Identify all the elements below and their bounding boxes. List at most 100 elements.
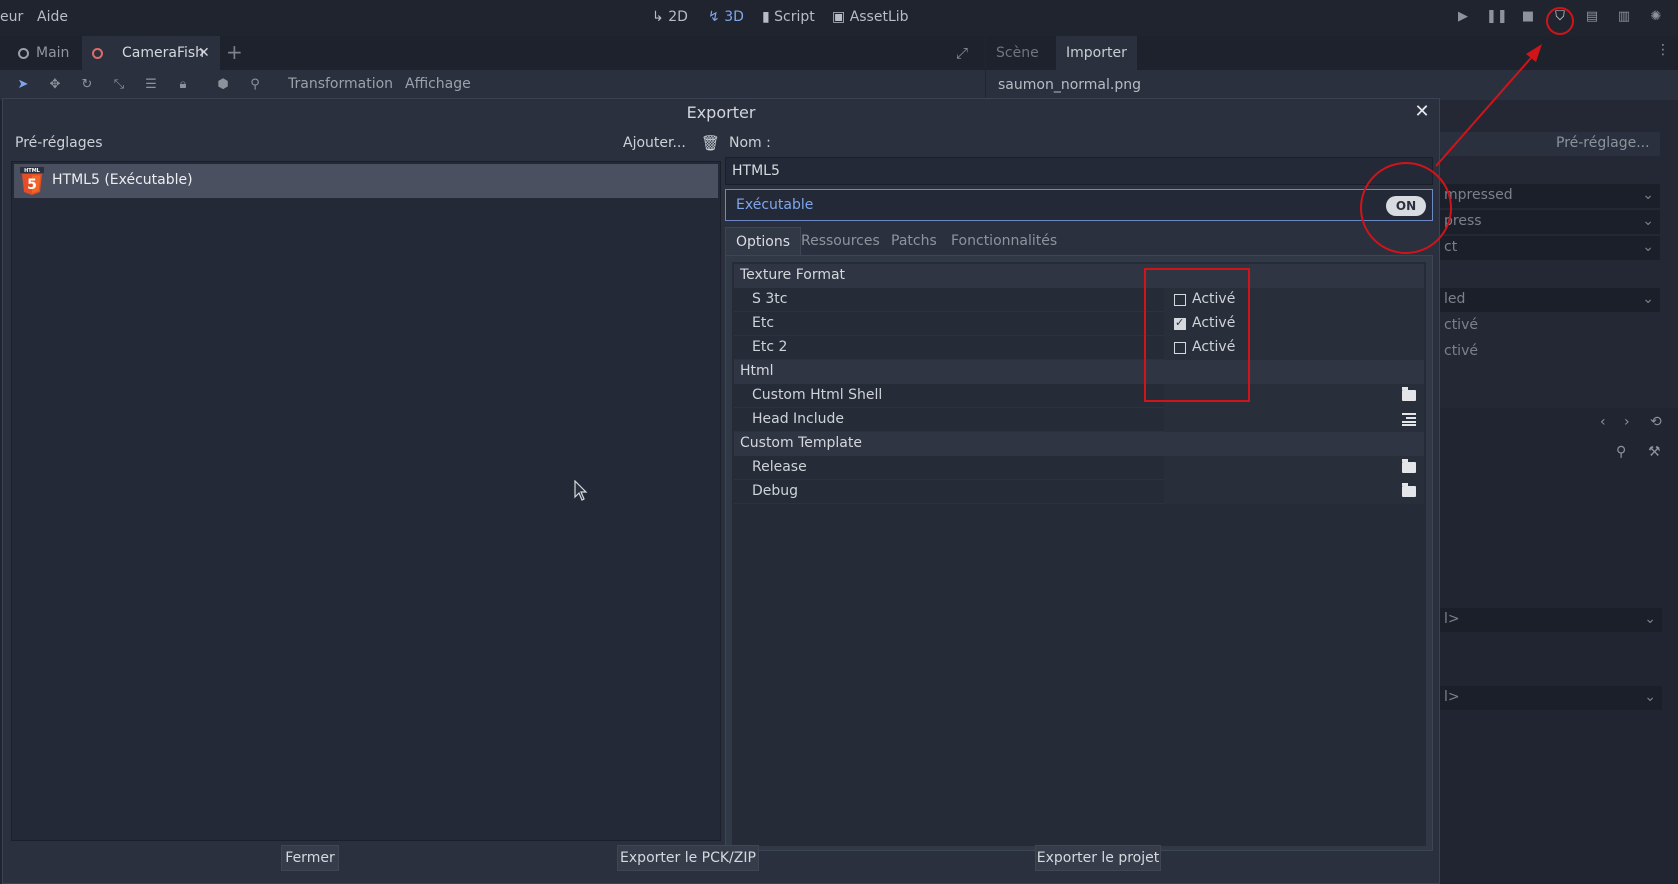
name-label: Nom : [729,135,771,151]
section-texture-format[interactable]: Texture Format [734,264,1424,288]
export-pck-button[interactable]: Exporter le PCK/ZIP [617,845,759,871]
chevron-down-icon: ⌄ [1642,213,1654,229]
history-icon[interactable]: ⟲ [1650,414,1662,430]
scene-tab-bar: Main CameraFish ✕ + ⤢ [0,36,985,70]
stop-icon[interactable]: ■ [1518,9,1538,27]
play-scene-icon[interactable]: ▤ [1582,9,1602,27]
preset-dropdown-label[interactable]: Pré-réglage... [1556,135,1650,151]
export-options-panel: Texture Format S 3tc Activé Etc Activé E… [725,255,1433,851]
list-select-icon[interactable]: ☰ [142,76,160,94]
tools-icon[interactable]: ⚒ [1648,444,1661,460]
pause-icon[interactable]: ❚❚ [1486,9,1508,27]
history-forward-icon[interactable]: › [1624,414,1630,430]
search-icon[interactable]: ⚲ [1616,444,1626,460]
right-dock-tabs: Scène Importer ⋮ [986,36,1678,70]
tab-camerafish[interactable]: CameraFish ✕ [82,36,220,70]
inspector-dock: ‹ › ⟲ ⚲ ⚒ l> ⌄ l> ⌄ [1440,408,1678,884]
prop-debug: Debug [734,480,1424,504]
preset-name-value: HTML5 [732,163,780,179]
tab-patches[interactable]: Patchs [881,227,947,255]
prop-custom-html-shell: Custom Html Shell [734,384,1424,408]
close-button[interactable]: Fermer [281,845,339,871]
multiline-edit-icon[interactable] [1402,413,1416,426]
history-back-icon[interactable]: ‹ [1600,414,1606,430]
group-icon[interactable]: ⬢ [214,76,232,94]
svg-text:HTML: HTML [24,168,41,174]
chevron-down-icon: ⌄ [1642,239,1654,255]
close-tab-icon[interactable]: ✕ [198,36,210,70]
viewport-toolbar: ➤ ✥ ↻ ⤡ ☰ 🔒︎ ⬢ ⚲ Transformation Affichag… [0,70,985,100]
editor-topbar: eur Aide ↳ 2D ↯ 3D ▮ Script ▣ AssetLib ▶… [0,0,1678,36]
chevron-down-icon: ⌄ [1642,187,1654,203]
export-option-tabs: Options Ressources Patchs Fonctionnalité… [725,227,1433,255]
folder-icon[interactable] [1402,483,1416,497]
import-file-name: saumon_normal.png [998,77,1141,93]
annotation-toggle-circle [1360,162,1452,254]
tab-import[interactable]: Importer [1056,36,1137,70]
workspace-3d[interactable]: ↯ 3D [708,9,744,25]
skeleton-icon[interactable]: ⚲ [246,76,264,94]
spinner-icon: ✺ [1650,9,1662,24]
import-option-row[interactable]: led ⌄ [1440,288,1660,312]
select-tool-icon[interactable]: ➤ [14,76,32,94]
runnable-row[interactable]: Exécutable ON [725,189,1433,221]
scene-icon [92,48,103,59]
tab-main[interactable]: Main [0,36,82,70]
import-option-text: ctivé [1444,317,1478,333]
import-file-bar: saumon_normal.png [986,70,1678,100]
chevron-down-icon: ⌄ [1642,291,1654,307]
delete-preset-icon[interactable]: 🗑︎ [701,134,720,152]
scale-tool-icon[interactable]: ⤡ [110,76,128,94]
preset-item-label: HTML5 (Exécutable) [52,172,193,188]
add-tab-icon[interactable]: + [226,40,243,64]
2d-icon: ↳ [652,9,664,25]
tab-scene[interactable]: Scène [986,36,1049,70]
prop-etc: Etc Activé [734,312,1424,336]
folder-icon[interactable] [1402,459,1416,473]
menu-transform[interactable]: Transformation [288,76,393,92]
workspace-script[interactable]: ▮ Script [762,9,815,25]
tab-resources[interactable]: Ressources [791,227,890,255]
import-option-text: ctivé [1444,343,1478,359]
chevron-down-icon: ⌄ [1644,689,1656,705]
add-preset-button[interactable]: Ajouter... [623,135,686,151]
3d-icon: ↯ [708,9,720,25]
preset-name-field[interactable]: HTML5 [725,157,1433,185]
lock-icon[interactable]: 🔒︎ [174,76,192,94]
export-options-inspector: Texture Format S 3tc Activé Etc Activé E… [732,262,1426,846]
import-option-row[interactable]: ct ⌄ [1440,236,1660,260]
annotation-html5-button-circle [1546,7,1574,35]
menu-view[interactable]: Affichage [405,76,471,92]
export-project-button[interactable]: Exporter le projet [1035,845,1161,871]
import-dock: Pré-réglage... mpressed ⌄ press ⌄ ct ⌄ led ⌄… [1440,100,1678,884]
workspace-assetlib[interactable]: ▣ AssetLib [832,9,909,25]
folder-icon[interactable] [1402,387,1416,401]
tab-options[interactable]: Options [725,227,802,255]
menu-editor[interactable]: eur [0,9,23,25]
scene-icon [18,48,29,59]
inspector-row[interactable]: l> ⌄ [1440,608,1662,632]
prop-s3tc: S 3tc Activé [734,288,1424,312]
section-html[interactable]: Html [734,360,1424,384]
dock-menu-icon[interactable]: ⋮ [1656,42,1670,58]
prop-head-include: Head Include [734,408,1424,432]
workspace-2d[interactable]: ↳ 2D [652,9,688,25]
menu-help[interactable]: Aide [37,9,68,25]
runnable-label: Exécutable [736,197,814,213]
script-icon: ▮ [762,9,770,25]
import-option-row[interactable]: press ⌄ [1440,210,1660,234]
play-icon[interactable]: ▶ [1453,9,1473,27]
tab-features[interactable]: Fonctionnalités [941,227,1067,255]
distraction-free-icon[interactable]: ⤢ [956,44,968,62]
dialog-title: Exporter [686,103,756,122]
rotate-tool-icon[interactable]: ↻ [78,76,96,94]
preset-item-html5[interactable]: HTML 5 HTML5 (Exécutable) [14,164,718,198]
move-tool-icon[interactable]: ✥ [46,76,64,94]
mouse-cursor-icon [574,480,588,501]
inspector-row[interactable]: l> ⌄ [1440,686,1662,710]
export-dialog: Exporter ✕ Pré-réglages Ajouter... 🗑︎ No… [2,98,1440,884]
section-custom-template[interactable]: Custom Template [734,432,1424,456]
play-custom-scene-icon[interactable]: ▥ [1614,9,1634,27]
import-option-row[interactable]: mpressed ⌄ [1440,184,1660,208]
chevron-down-icon: ⌄ [1644,611,1656,627]
